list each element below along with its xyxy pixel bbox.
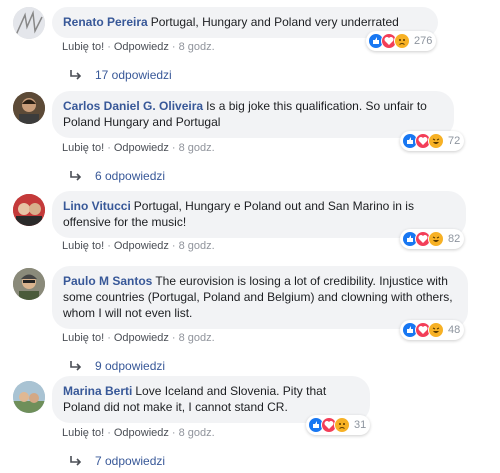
like-link[interactable]: Lubię to! [62, 427, 104, 439]
comment-bubble: Paulo M Santos The eurovision is losing a… [52, 266, 468, 329]
timestamp[interactable]: 8 godz. [179, 41, 215, 53]
reaction-summary[interactable]: 72 [400, 131, 465, 151]
reply-link[interactable]: Odpowiedz [114, 240, 169, 252]
haha-reaction-icon [428, 231, 444, 247]
reaction-count: 48 [448, 324, 461, 336]
comment-text: Portugal, Hungary and Poland very underr… [150, 15, 399, 29]
comment-actions: Lubię to! · Odpowiedz · 8 godz. [62, 41, 215, 53]
comment-author[interactable]: Lino Vitucci [63, 199, 131, 213]
replies-count[interactable]: 7 odpowiedzi [95, 454, 165, 468]
like-link[interactable]: Lubię to! [62, 41, 104, 53]
view-replies-link[interactable]: 17 odpowiedzi [70, 68, 172, 82]
avatar[interactable] [13, 194, 45, 226]
haha-reaction-icon [428, 133, 444, 149]
sad-reaction-icon [334, 417, 350, 433]
reaction-count: 82 [448, 233, 461, 245]
reaction-count: 276 [414, 35, 433, 47]
comment-author[interactable]: Carlos Daniel G. Oliveira [63, 99, 203, 113]
replies-count[interactable]: 6 odpowiedzi [95, 169, 165, 183]
reply-arrow-icon [70, 171, 82, 181]
comment-author[interactable]: Marina Berti [63, 384, 132, 398]
timestamp[interactable]: 8 godz. [179, 142, 215, 154]
reaction-count: 31 [354, 419, 367, 431]
like-link[interactable]: Lubię to! [62, 332, 104, 344]
comment-actions: Lubię to! · Odpowiedz · 8 godz. [62, 332, 215, 344]
avatar[interactable] [13, 381, 45, 413]
reply-link[interactable]: Odpowiedz [114, 427, 169, 439]
sad-reaction-icon [394, 33, 410, 49]
comment-author[interactable]: Renato Pereira [63, 15, 148, 29]
like-link[interactable]: Lubię to! [62, 240, 104, 252]
view-replies-link[interactable]: 7 odpowiedzi [70, 454, 165, 468]
reply-link[interactable]: Odpowiedz [114, 41, 169, 53]
avatar[interactable] [13, 268, 45, 300]
reply-arrow-icon [70, 70, 82, 80]
replies-count[interactable]: 9 odpowiedzi [95, 359, 165, 373]
timestamp[interactable]: 8 godz. [179, 427, 215, 439]
reaction-summary[interactable]: 82 [400, 229, 465, 249]
view-replies-link[interactable]: 9 odpowiedzi [70, 359, 165, 373]
reaction-summary[interactable]: 48 [400, 320, 465, 340]
view-replies-link[interactable]: 6 odpowiedzi [70, 169, 165, 183]
comment-bubble: Carlos Daniel G. Oliveira Is a big joke t… [52, 91, 454, 138]
reply-arrow-icon [70, 361, 82, 371]
reply-link[interactable]: Odpowiedz [114, 142, 169, 154]
reply-link[interactable]: Odpowiedz [114, 332, 169, 344]
avatar[interactable] [13, 92, 45, 124]
avatar[interactable] [13, 7, 45, 39]
like-link[interactable]: Lubię to! [62, 142, 104, 154]
comment-actions: Lubię to! · Odpowiedz · 8 godz. [62, 427, 215, 439]
reaction-summary[interactable]: 31 [306, 415, 371, 435]
haha-reaction-icon [428, 322, 444, 338]
timestamp[interactable]: 8 godz. [179, 240, 215, 252]
reaction-count: 72 [448, 135, 461, 147]
comment-actions: Lubię to! · Odpowiedz · 8 godz. [62, 142, 215, 154]
reply-arrow-icon [70, 456, 82, 466]
timestamp[interactable]: 8 godz. [179, 332, 215, 344]
comment-author[interactable]: Paulo M Santos [63, 274, 152, 288]
reaction-summary[interactable]: 276 [366, 31, 437, 51]
comment-actions: Lubię to! · Odpowiedz · 8 godz. [62, 240, 215, 252]
replies-count[interactable]: 17 odpowiedzi [95, 68, 172, 82]
